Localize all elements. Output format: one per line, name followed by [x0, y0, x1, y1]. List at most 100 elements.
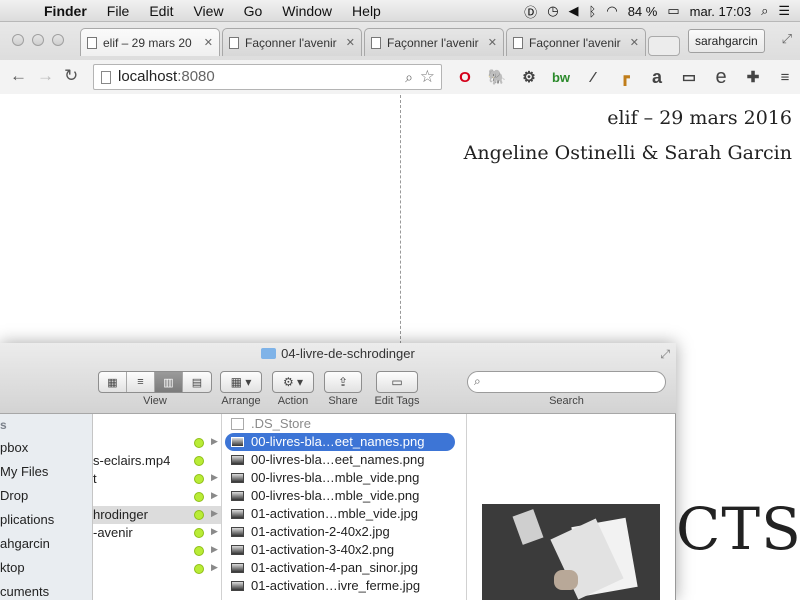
list-item-selected[interactable]: hrodinger ▶ — [93, 506, 221, 524]
back-icon[interactable]: ← — [10, 66, 27, 86]
eyedropper-icon[interactable]: ⁄ — [582, 66, 604, 88]
bluetooth-icon[interactable]: ᛒ — [589, 4, 597, 19]
new-tab-button[interactable] — [648, 36, 680, 56]
close-window-button[interactable] — [12, 34, 24, 46]
finder-search-input[interactable]: ⌕ — [467, 371, 666, 393]
list-item[interactable]: ▶ — [93, 488, 221, 506]
list-item[interactable]: s-eclairs.mp4 — [93, 452, 221, 470]
bookmark-star-icon[interactable]: ☆ — [420, 65, 435, 89]
expand-icon[interactable]: ⤢ — [660, 347, 670, 362]
spotlight-icon[interactable]: ⌕ — [761, 3, 768, 19]
opera-icon[interactable]: O — [454, 66, 476, 88]
list-item[interactable]: ▶ — [93, 560, 221, 578]
file-name: 01-activation…mble_vide.jpg — [251, 506, 418, 521]
bw-icon[interactable]: bw — [550, 66, 572, 88]
file-row[interactable]: 01-activation…mble_vide.jpg — [223, 505, 466, 523]
forward-icon[interactable]: → — [37, 66, 54, 86]
menu-view[interactable]: View — [183, 3, 233, 19]
tab-faconner-1[interactable]: Façonner l'avenir ✕ — [222, 28, 362, 56]
finder-sidebar: s pbox My Files Drop plications ahgarcin… — [0, 414, 93, 600]
puzzle-icon[interactable]: ✚ — [742, 66, 764, 88]
list-item[interactable]: ▶ — [93, 542, 221, 560]
file-row[interactable]: 01-activation-2-40x2.jpg — [223, 523, 466, 541]
edit-tags-label: Edit Tags — [374, 395, 420, 407]
share-button[interactable]: ⇪ — [324, 371, 362, 393]
file-name: 00-livres-bla…eet_names.png — [251, 434, 425, 449]
sidebar-item-dropbox[interactable]: pbox — [0, 440, 28, 455]
close-tab-icon[interactable]: ✕ — [488, 36, 497, 49]
battery-icon[interactable]: ▭ — [667, 3, 679, 19]
sidebar-item-all-my-files[interactable]: My Files — [0, 464, 48, 479]
close-tab-icon[interactable]: ✕ — [204, 36, 213, 49]
close-tab-icon[interactable]: ✕ — [630, 36, 639, 49]
e-icon[interactable]: e — [710, 66, 732, 88]
action-button[interactable]: ⚙ ▾ — [272, 371, 314, 393]
battery-percent[interactable]: 84 % — [628, 4, 658, 19]
column-view-button[interactable]: ▥ — [155, 372, 183, 392]
file-row[interactable]: 01-activation-3-40x2.png — [223, 541, 466, 559]
zoom-window-button[interactable] — [52, 34, 64, 46]
minimize-window-button[interactable] — [32, 34, 44, 46]
time-machine-icon[interactable]: ◷ — [547, 3, 558, 19]
amazon-icon[interactable]: a — [646, 66, 668, 88]
menu-window[interactable]: Window — [272, 3, 342, 19]
file-row[interactable]: 00-livres-bla…mble_vide.png — [223, 487, 466, 505]
reload-icon[interactable]: ↻ — [64, 66, 78, 86]
file-row[interactable]: .DS_Store — [223, 415, 466, 433]
sidebar-item-home[interactable]: ahgarcin — [0, 536, 50, 551]
file-name: 01-activation-3-40x2.png — [251, 542, 395, 557]
image-file-icon — [231, 455, 244, 465]
file-row[interactable]: 00-livres-bla…eet_names.png — [223, 451, 466, 469]
tab-elif[interactable]: elif – 29 mars 20 ✕ — [80, 28, 220, 56]
disclosure-arrow-icon: ▶ — [211, 544, 218, 554]
address-bar[interactable]: localhost:8080 ⌕ ☆ — [93, 64, 442, 90]
edit-tags-button[interactable]: ▭ — [376, 371, 418, 393]
notification-center-icon[interactable]: ☰ — [778, 3, 790, 19]
file-row[interactable]: 01-activation…ivre_ferme.jpg — [223, 577, 466, 595]
menu-edit[interactable]: Edit — [139, 3, 183, 19]
sidebar-item-desktop[interactable]: ktop — [0, 560, 25, 575]
wifi-icon[interactable]: ◠ — [606, 3, 617, 19]
coverflow-view-button[interactable]: ▤ — [183, 372, 211, 392]
fullscreen-icon[interactable]: ⤢ — [782, 31, 792, 47]
tab-label: Façonner l'avenir — [529, 35, 621, 50]
evernote-icon[interactable]: 🐘 — [486, 66, 508, 88]
list-view-button[interactable]: ≡ — [127, 372, 155, 392]
file-row-selected[interactable]: 00-livres-bla…eet_names.png — [223, 433, 466, 451]
volume-icon[interactable]: ◀ — [569, 3, 579, 19]
address-port: :8080 — [177, 68, 215, 85]
arrange-button[interactable]: ▦ ▾ — [220, 371, 262, 393]
menu-status-area: Ⓓ ◷ ◀ ᛒ ◠ 84 % ▭ mar. 17:03 ⌕ ☰ — [524, 0, 800, 22]
file-name: 01-activation-2-40x2.jpg — [251, 524, 390, 539]
clock[interactable]: mar. 17:03 — [690, 4, 751, 19]
menu-icon[interactable]: ≡ — [774, 66, 796, 88]
profile-button[interactable]: sarahgarcin — [688, 29, 765, 53]
close-tab-icon[interactable]: ✕ — [346, 36, 355, 49]
file-row[interactable]: 00-livres-bla…mble_vide.png — [223, 469, 466, 487]
menu-help[interactable]: Help — [342, 3, 391, 19]
file-icon — [231, 418, 244, 430]
list-item[interactable]: ▶ — [93, 434, 221, 452]
list-item[interactable]: t ▶ — [93, 470, 221, 488]
sidebar-item-documents[interactable]: cuments — [0, 584, 49, 599]
sidebar-item-airdrop[interactable]: Drop — [0, 488, 28, 503]
file-name: .DS_Store — [251, 416, 311, 431]
disclosure-arrow-icon: ▶ — [211, 562, 218, 572]
menu-app-name[interactable]: Finder — [40, 3, 97, 19]
sidebar-item-applications[interactable]: plications — [0, 512, 54, 527]
menu-file[interactable]: File — [97, 3, 140, 19]
gear-icon[interactable]: ⚙ — [518, 66, 540, 88]
cast-icon[interactable]: ▭ — [678, 66, 700, 88]
script-icon[interactable]: Ⓓ — [524, 2, 537, 21]
preview-sheet — [512, 509, 544, 545]
green-tag-icon — [194, 456, 204, 466]
document-icon — [229, 36, 239, 49]
menu-go[interactable]: Go — [234, 3, 273, 19]
tab-faconner-3[interactable]: Façonner l'avenir ✕ — [506, 28, 646, 56]
ruler-icon[interactable]: ┏ — [614, 66, 636, 88]
icon-view-button[interactable]: ▦ — [99, 372, 127, 392]
file-row[interactable]: 01-activation-4-pan_sinor.jpg — [223, 559, 466, 577]
list-item[interactable]: -avenir ▶ — [93, 524, 221, 542]
zoom-icon[interactable]: ⌕ — [405, 65, 413, 89]
tab-faconner-2[interactable]: Façonner l'avenir ✕ — [364, 28, 504, 56]
